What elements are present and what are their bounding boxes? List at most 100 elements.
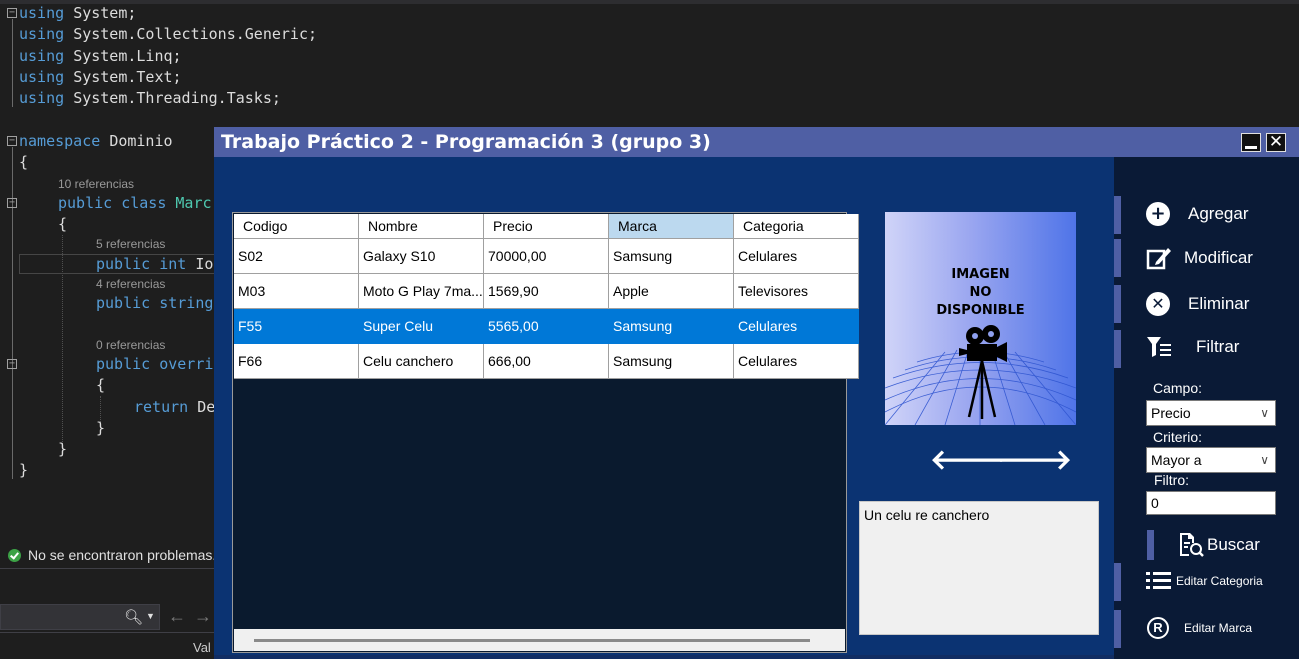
cell-marca[interactable]: Samsung: [609, 344, 734, 379]
image-text-line: IMAGEN: [951, 267, 1010, 282]
table-row[interactable]: M03 Moto G Play 7ma... 1569,90 Apple Tel…: [234, 274, 859, 309]
app-window: Trabajo Práctico 2 - Programación 3 (gru…: [214, 127, 1299, 659]
cell-precio[interactable]: 5565,00: [484, 309, 609, 344]
column-header-categoria[interactable]: Categoria: [734, 214, 859, 239]
eliminar-button[interactable]: ✕ Eliminar: [1146, 292, 1249, 316]
code-line: {: [58, 215, 68, 233]
cell-categoria[interactable]: Celulares: [734, 344, 859, 379]
movie-camera-icon: [959, 325, 1007, 419]
cell-nombre[interactable]: Super Celu: [359, 309, 484, 344]
code-line: }: [96, 419, 106, 437]
description-textbox[interactable]: Un celu re canchero: [859, 501, 1099, 635]
article-image: IMAGEN NO DISPONIBLE: [885, 212, 1076, 425]
image-text-line: DISPONIBLE: [936, 303, 1025, 318]
code-line: namespace Dominio: [19, 132, 173, 150]
cell-precio[interactable]: 666,00: [484, 344, 609, 379]
cell-marca[interactable]: Samsung: [609, 309, 734, 344]
cell-nombre[interactable]: Celu canchero: [359, 344, 484, 379]
previous-image-arrow[interactable]: 🡐: [930, 446, 1005, 474]
check-circle-icon: [8, 549, 21, 562]
editar-categoria-button[interactable]: Editar Categoria: [1146, 570, 1263, 592]
grid-header-row: Codigo Nombre Precio Marca Categoria: [234, 214, 859, 239]
articles-grid[interactable]: Codigo Nombre Precio Marca Categoria S02…: [232, 212, 859, 653]
collapse-method-icon[interactable]: −: [7, 359, 17, 369]
window-title: Trabajo Práctico 2 - Programación 3 (gru…: [221, 131, 711, 153]
horizontal-scrollbar[interactable]: [234, 629, 845, 651]
image-text-line: NO: [969, 285, 992, 300]
close-button[interactable]: ✕: [1266, 133, 1286, 152]
minimize-button[interactable]: [1241, 133, 1261, 152]
problems-status-text[interactable]: No se encontraron problemas.: [28, 547, 216, 563]
column-header-nombre[interactable]: Nombre: [359, 214, 484, 239]
code-line: public string: [96, 294, 214, 312]
column-header-value: Val: [193, 640, 211, 655]
code-line: }: [58, 440, 68, 458]
next-image-arrow[interactable]: 🡒: [997, 446, 1072, 474]
code-line: return De: [134, 398, 216, 416]
table-row[interactable]: F66 Celu canchero 666,00 Samsung Celular…: [234, 344, 859, 379]
cell-codigo[interactable]: F55: [234, 309, 359, 344]
plus-circle-icon: +: [1146, 202, 1170, 226]
editar-categoria-label: Editar Categoria: [1176, 574, 1263, 588]
code-line: using System.Linq;: [19, 47, 182, 65]
filtro-input[interactable]: 0: [1146, 491, 1276, 515]
cell-nombre[interactable]: Galaxy S10: [359, 239, 484, 274]
column-header-precio[interactable]: Precio: [484, 214, 609, 239]
table-row-selected[interactable]: F55 Super Celu 5565,00 Samsung Celulares: [234, 309, 859, 344]
edit-pencil-icon: [1146, 248, 1171, 270]
magnifier-icon[interactable]: 🔍︎: [124, 608, 143, 626]
criterio-dropdown[interactable]: Mayor a ∨: [1146, 447, 1276, 473]
code-line: }: [19, 461, 29, 479]
cell-codigo[interactable]: S02: [234, 239, 359, 274]
cell-marca[interactable]: Samsung: [609, 239, 734, 274]
agregar-button[interactable]: + Agregar: [1146, 202, 1248, 226]
campo-value: Precio: [1151, 405, 1191, 421]
form-body: Codigo Nombre Precio Marca Categoria S02…: [214, 157, 1114, 655]
search-document-icon: [1180, 533, 1204, 557]
campo-dropdown[interactable]: Precio ∨: [1146, 400, 1276, 426]
cell-categoria[interactable]: Televisores: [734, 274, 859, 309]
modificar-label: Modificar: [1184, 248, 1253, 267]
collapse-class-icon[interactable]: −: [7, 198, 17, 208]
editor-top-strip: [0, 0, 1299, 4]
collapse-usings-icon[interactable]: −: [7, 8, 17, 18]
code-line: using System.Threading.Tasks;: [19, 89, 281, 107]
editar-marca-button[interactable]: R Editar Marca: [1147, 617, 1252, 639]
cell-codigo[interactable]: M03: [234, 274, 359, 309]
scrollbar-thumb[interactable]: [254, 639, 810, 642]
modificar-button[interactable]: Modificar: [1146, 245, 1253, 271]
divider: [0, 632, 214, 633]
fold-line: [12, 19, 13, 107]
column-header-marca[interactable]: Marca: [609, 214, 734, 239]
code-lens-references[interactable]: 0 referencias: [96, 338, 165, 352]
chevron-down-icon[interactable]: ▼: [146, 611, 155, 621]
filtrar-button[interactable]: Filtrar: [1146, 335, 1239, 359]
collapse-namespace-icon[interactable]: −: [7, 136, 17, 146]
button-accent: [1114, 610, 1121, 648]
criterio-value: Mayor a: [1151, 452, 1202, 468]
cell-precio[interactable]: 1569,90: [484, 274, 609, 309]
agregar-label: Agregar: [1188, 204, 1249, 223]
cell-precio[interactable]: 70000,00: [484, 239, 609, 274]
cell-marca[interactable]: Apple: [609, 274, 734, 309]
window-titlebar[interactable]: Trabajo Práctico 2 - Programación 3 (gru…: [214, 127, 1299, 157]
filtrar-label: Filtrar: [1196, 337, 1240, 356]
buscar-button[interactable]: Buscar: [1177, 532, 1260, 558]
code-lens-references[interactable]: 5 referencias: [96, 237, 165, 251]
code-line: using System.Collections.Generic;: [19, 25, 318, 43]
table-row[interactable]: S02 Galaxy S10 70000,00 Samsung Celulare…: [234, 239, 859, 274]
cell-categoria[interactable]: Celulares: [734, 309, 859, 344]
close-circle-icon: ✕: [1146, 292, 1170, 316]
cell-codigo[interactable]: F66: [234, 344, 359, 379]
code-line: {: [19, 153, 29, 171]
forward-arrow-icon[interactable]: →: [194, 606, 212, 627]
cell-categoria[interactable]: Celulares: [734, 239, 859, 274]
code-lens-references[interactable]: 4 referencias: [96, 277, 165, 291]
code-line: public int Io: [96, 255, 214, 273]
code-line: public class Marc: [58, 194, 212, 212]
code-lens-references[interactable]: 10 referencias: [58, 177, 134, 191]
column-header-codigo[interactable]: Codigo: [234, 214, 359, 239]
button-accent: [1114, 239, 1121, 277]
back-arrow-icon[interactable]: ←: [168, 606, 186, 627]
cell-nombre[interactable]: Moto G Play 7ma...: [359, 274, 484, 309]
